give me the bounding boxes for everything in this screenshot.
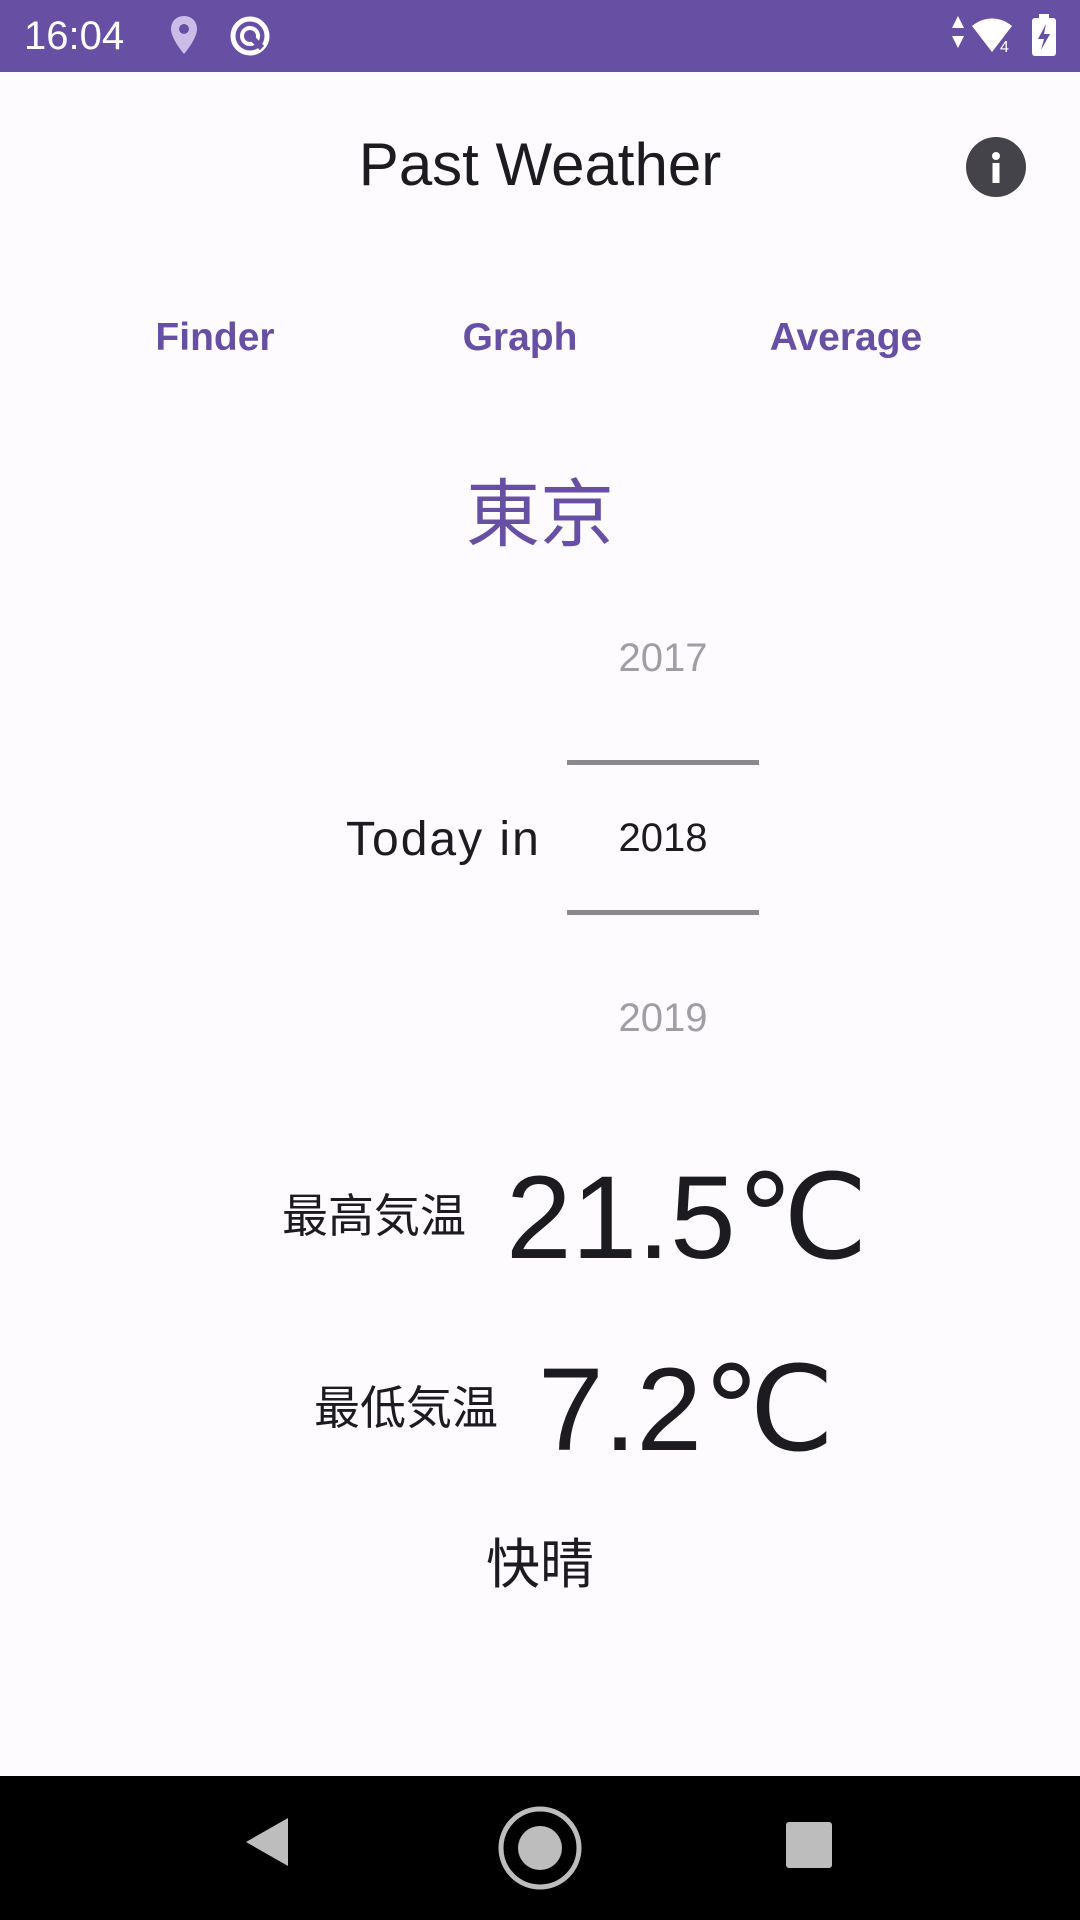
status-bar: 16:04 4 <box>0 0 1080 72</box>
year-option-previous[interactable]: 2017 <box>567 636 759 681</box>
tab-average[interactable]: Average <box>746 316 946 360</box>
min-temp-value: 7.2℃ <box>538 1344 835 1476</box>
status-time: 16:04 <box>24 14 125 58</box>
year-option-next[interactable]: 2019 <box>567 996 759 1041</box>
max-temp-value: 21.5℃ <box>506 1152 869 1284</box>
svg-text:4: 4 <box>1000 39 1009 54</box>
year-option-selected[interactable]: 2018 <box>567 816 759 861</box>
picker-divider-bottom <box>567 910 759 915</box>
city-name[interactable]: 東京 <box>0 455 1080 562</box>
location-pin-icon <box>171 16 197 54</box>
tab-finder[interactable]: Finder <box>130 316 300 360</box>
min-temp-label: 最低気温 <box>314 1381 498 1435</box>
info-icon <box>992 152 1000 183</box>
page-title: Past Weather <box>358 131 722 198</box>
tab-graph[interactable]: Graph <box>440 316 600 360</box>
weather-condition: 快晴 <box>486 1533 594 1596</box>
sync-icon <box>230 16 270 56</box>
max-temp-label: 最高気温 <box>282 1189 466 1243</box>
battery-charging-icon <box>1032 14 1056 56</box>
navigation-bar <box>0 1776 1080 1920</box>
wifi-icon: 4 <box>972 18 1012 54</box>
info-button[interactable] <box>966 137 1026 197</box>
home-icon[interactable] <box>498 1806 582 1890</box>
data-arrows-icon <box>952 16 964 48</box>
today-in-label: Today in <box>346 813 541 866</box>
picker-divider-top <box>567 760 759 765</box>
back-icon[interactable] <box>244 1816 290 1868</box>
recents-icon[interactable] <box>786 1822 832 1868</box>
